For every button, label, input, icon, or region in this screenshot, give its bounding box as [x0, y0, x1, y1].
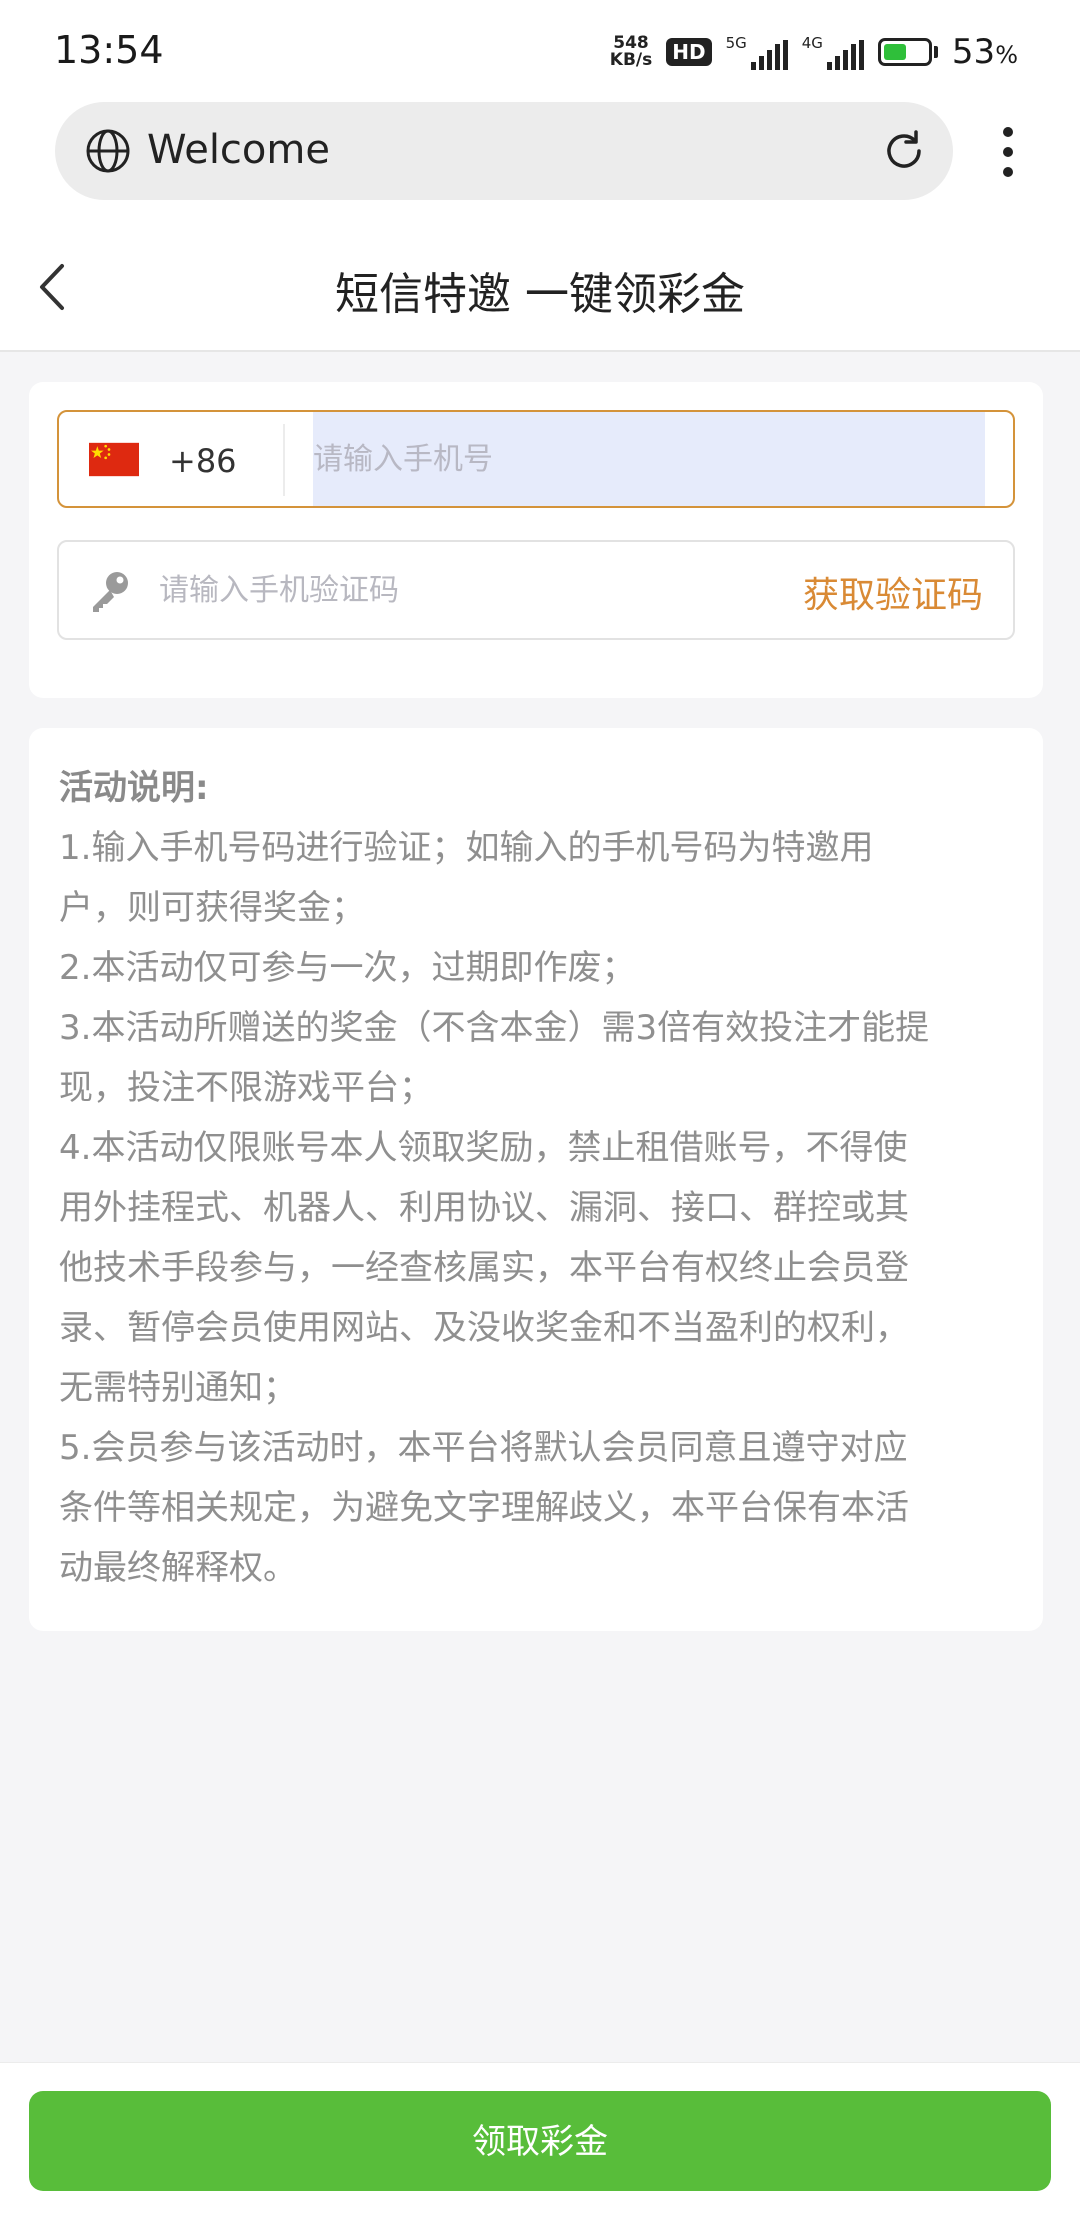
rule-line: 1.输入手机号码进行验证；如输入的手机号码为特邀用: [59, 828, 874, 868]
claim-bonus-button[interactable]: 领取彩金: [29, 2091, 1051, 2191]
rule-line: 3.本活动所赠送的奖金（不含本金）需3倍有效投注才能提: [59, 1008, 930, 1048]
signal-5g-icon: 5G: [726, 34, 788, 70]
globe-icon: [86, 129, 130, 173]
browser-toolbar: Welcome: [0, 100, 1080, 220]
rule-line: 2.本活动仅可参与一次，过期即作废；: [59, 948, 636, 988]
network-speed-unit: KB/s: [609, 50, 653, 70]
verification-code-field: 获取验证码: [57, 540, 1015, 640]
status-bar: 13:54 548 KB/s HD 5G 4G 53%: [0, 0, 1080, 100]
reload-icon[interactable]: [881, 128, 927, 174]
page-header: 短信特邀 一键领彩金: [0, 220, 1080, 352]
rule-line: 条件等相关规定，为避免文字理解歧义，本平台保有本活: [59, 1488, 909, 1528]
more-vertical-icon[interactable]: [988, 124, 1028, 180]
china-flag-icon[interactable]: [89, 442, 139, 477]
status-time: 13:54: [54, 28, 164, 72]
phone-field: +86: [57, 410, 1015, 508]
rule-line: 录、暂停会员使用网站、及没收奖金和不当盈利的权利，: [59, 1308, 909, 1348]
battery-icon: [877, 38, 938, 66]
address-bar[interactable]: Welcome: [55, 102, 953, 200]
signal-5g-label: 5G: [725, 34, 747, 52]
rule-line: 无需特别通知；: [59, 1368, 297, 1408]
battery-level: [883, 44, 907, 60]
bottom-action-bar: 领取彩金: [0, 2062, 1080, 2220]
login-form-card: +86 获取验证码: [29, 382, 1043, 698]
url-text: Welcome: [147, 127, 330, 173]
rule-line: 动最终解释权。: [59, 1548, 297, 1588]
rule-line: 现，投注不限游戏平台；: [59, 1068, 433, 1108]
rule-line: 他技术手段参与，一经查核属实，本平台有权终止会员登: [59, 1248, 909, 1288]
network-speed: 548 KB/s: [610, 35, 652, 69]
get-code-button[interactable]: 获取验证码: [803, 566, 983, 618]
signal-4g-label: 4G: [801, 34, 823, 52]
page-title: 短信特邀 一键领彩金: [335, 269, 745, 320]
country-code[interactable]: +86: [169, 442, 237, 480]
rule-line: 4.本活动仅限账号本人领取奖励，禁止租借账号，不得使: [59, 1128, 908, 1168]
status-icons: 548 KB/s HD 5G 4G 53%: [610, 30, 1018, 74]
signal-4g-icon: 4G: [802, 34, 864, 70]
field-divider: [283, 424, 285, 496]
rule-line: 5.会员参与该活动时，本平台将默认会员同意且遵守对应: [59, 1428, 908, 1468]
rule-line: 用外挂程式、机器人、利用协议、漏洞、接口、群控或其: [59, 1188, 909, 1228]
phone-input[interactable]: [313, 412, 985, 506]
hd-voice-icon: HD: [666, 38, 712, 66]
rule-line: 户，则可获得奖金；: [59, 888, 365, 928]
verification-code-input[interactable]: [159, 562, 719, 618]
key-icon: [93, 572, 128, 612]
rules-title: 活动说明:: [59, 768, 209, 808]
battery-percent: 53%: [951, 32, 1018, 72]
rules-card: 活动说明: 1.输入手机号码进行验证；如输入的手机号码为特邀用 户，则可获得奖金…: [29, 728, 1043, 1631]
